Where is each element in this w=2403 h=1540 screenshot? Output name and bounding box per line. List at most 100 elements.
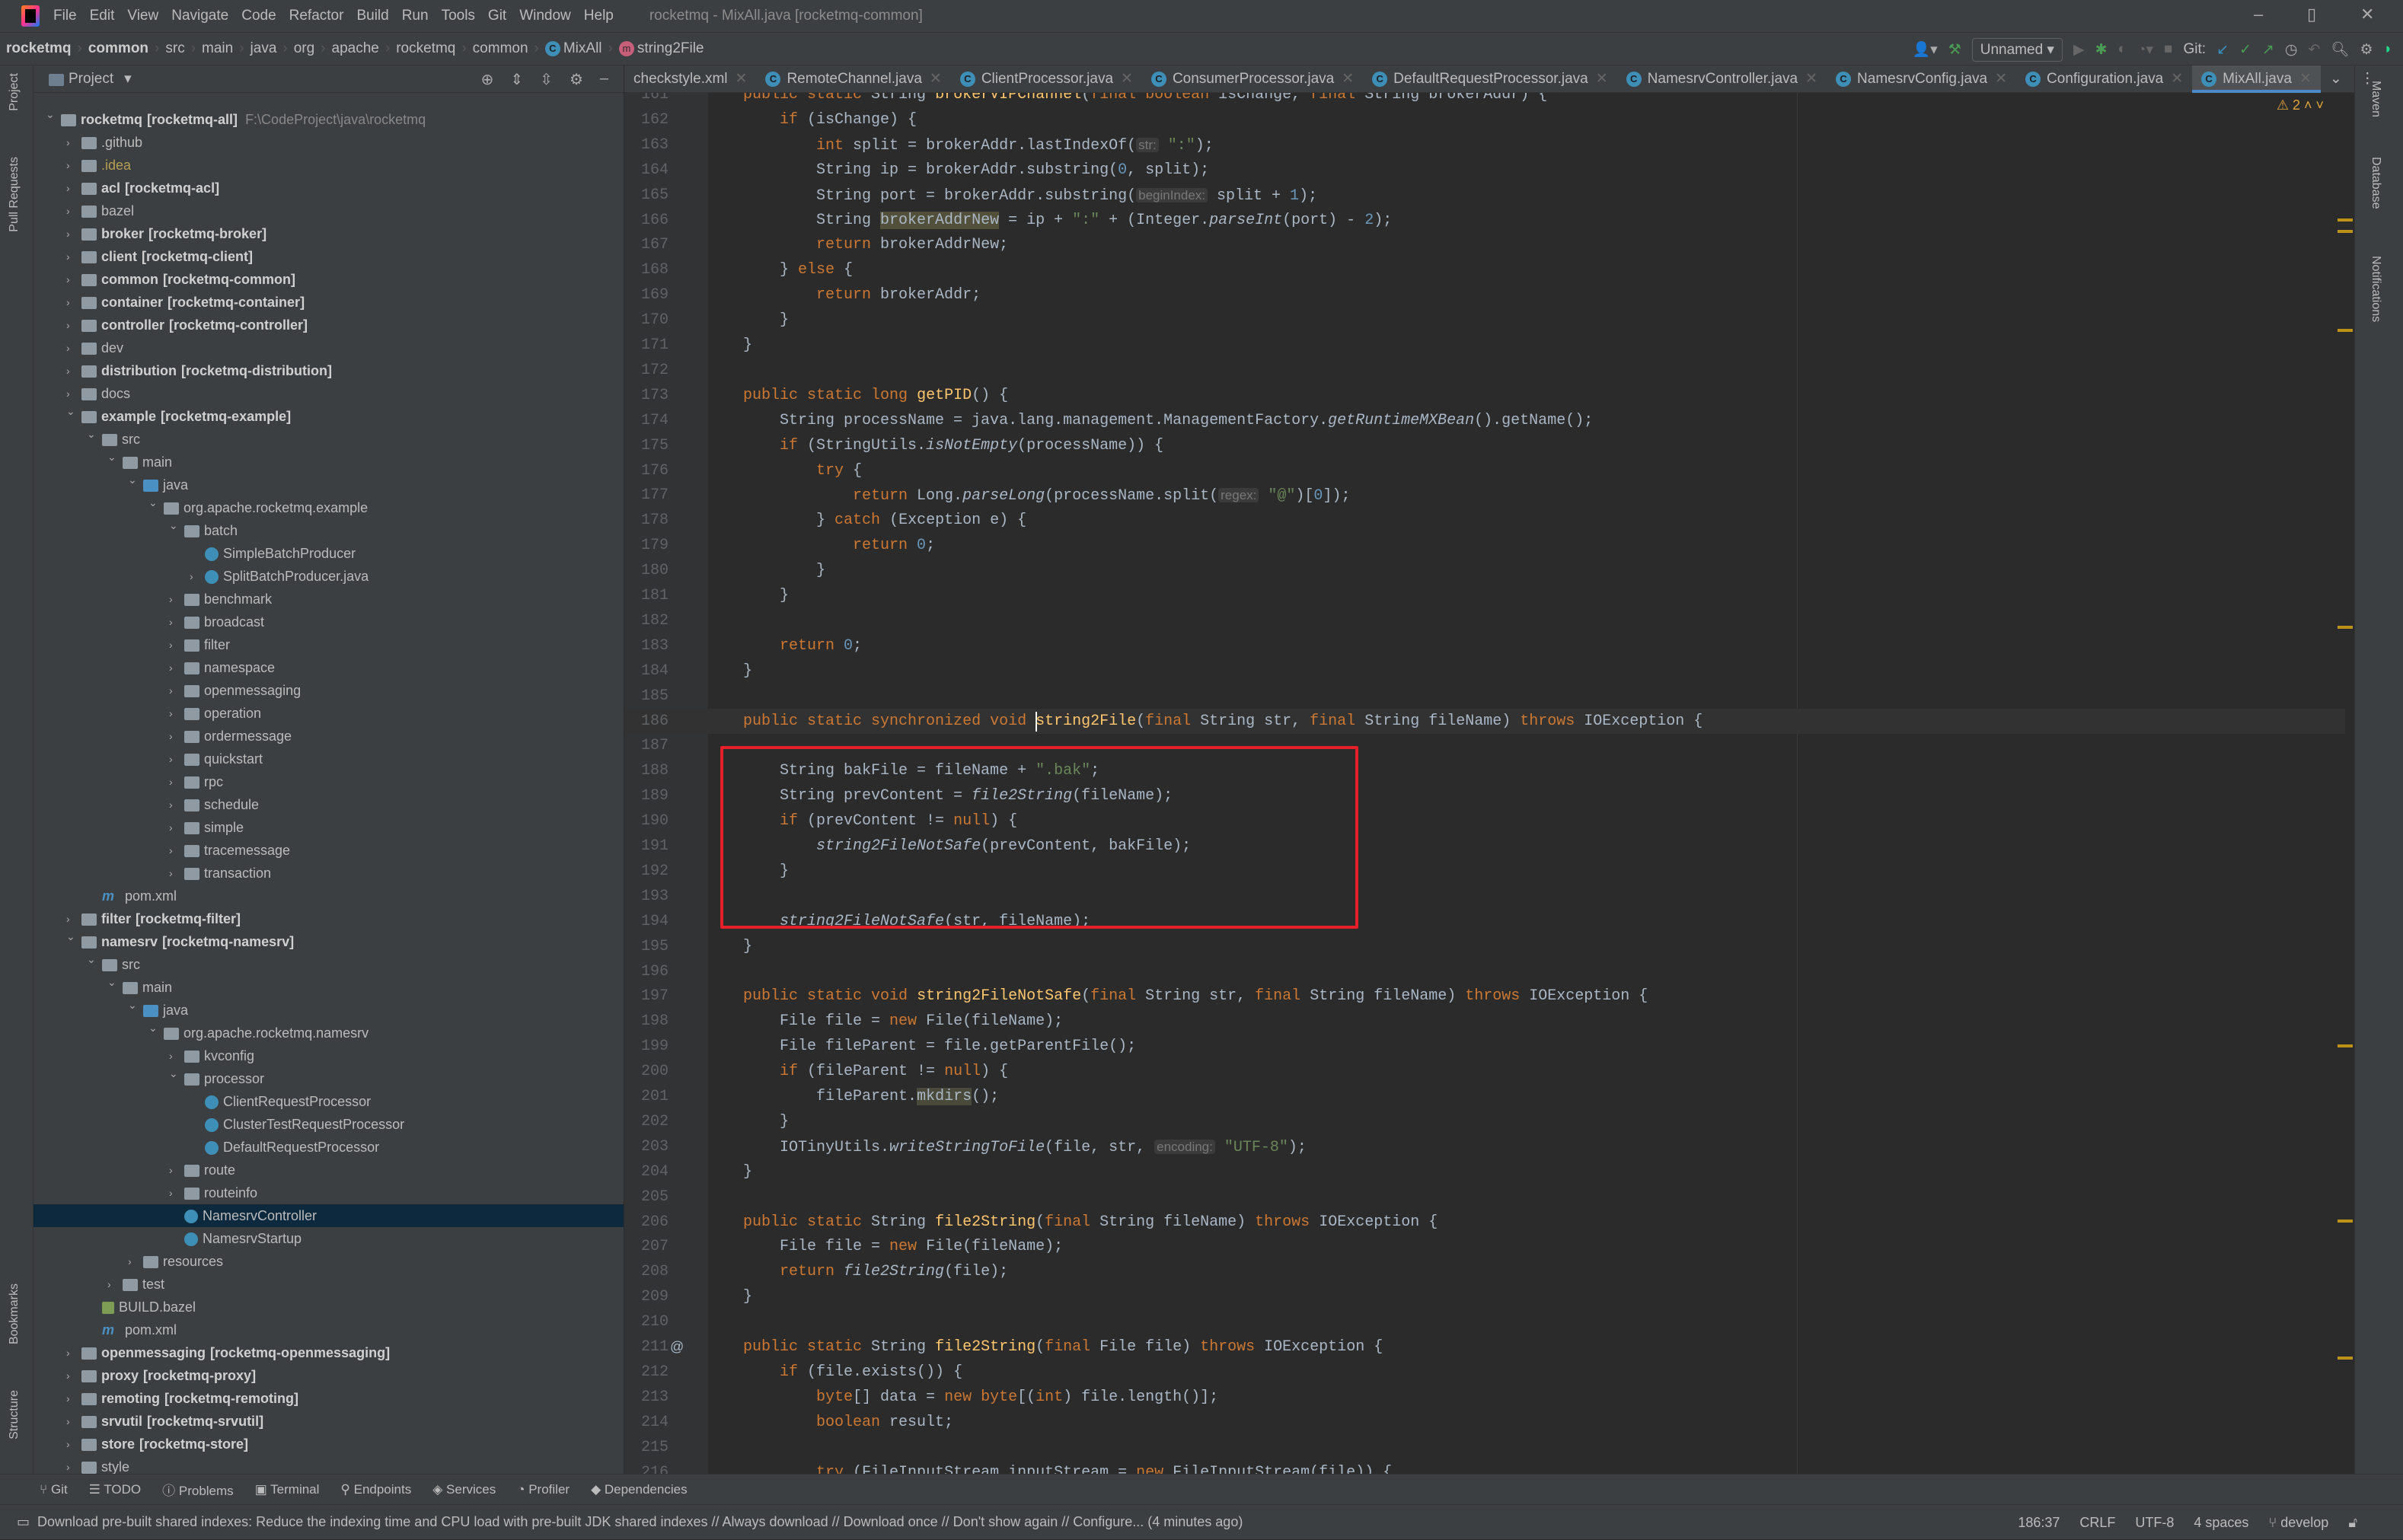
chevron-right-icon[interactable]: › [66,1438,77,1450]
menu-view[interactable]: View [127,8,158,24]
tree-item[interactable]: › simple [34,816,624,839]
chevron-right-icon[interactable]: › [66,913,77,925]
tree-item[interactable]: › benchmark [34,588,624,611]
code-line[interactable]: 185 [624,684,2345,709]
chevron-down-icon[interactable]: ⌄ [66,405,77,418]
code-line[interactable]: 175 if (StringUtils.isNotEmpty(processNa… [624,433,2345,458]
code-line[interactable]: 182 [624,608,2345,633]
code-line[interactable]: 163 int split = brokerAddr.lastIndexOf(s… [624,132,2345,158]
tree-item[interactable]: ⌄ processor [34,1067,624,1090]
tool-bookmarks[interactable]: Bookmarks [8,1283,21,1344]
chevron-right-icon[interactable]: › [66,136,77,148]
chevron-right-icon[interactable]: › [66,228,77,240]
notification-icon[interactable]: ▭ [17,1514,30,1530]
code-line[interactable]: 167 return brokerAddrNew; [624,232,2345,257]
code-line[interactable]: 186 public static synchronized void stri… [624,708,2345,734]
code-line[interactable]: 203 IOTinyUtils.writeStringToFile(file, … [624,1134,2345,1159]
chevron-down-icon[interactable]: ⌄ [46,108,56,121]
chevron-right-icon[interactable]: › [66,342,77,354]
search-icon[interactable]: 🔍︎ [2331,40,2349,59]
menu-git[interactable]: Git [488,8,506,24]
tree-item[interactable]: › filter [rocketmq-filter] [34,907,624,930]
code-line[interactable]: 216 try (FileInputStream inputStream = n… [624,1460,2345,1475]
tree-item[interactable]: ⌄ main [34,976,624,999]
tree-item[interactable]: › acl [rocketmq-acl] [34,177,624,199]
chevron-right-icon[interactable]: › [190,570,200,582]
chevron-right-icon[interactable]: › [66,296,77,308]
close-tab-icon[interactable]: ✕ [2171,70,2183,88]
code-line[interactable]: 204 } [624,1159,2345,1184]
warnings-indicator[interactable]: ⚠ 2 ˄ ˅ [2277,97,2324,113]
menu-run[interactable]: Run [402,8,429,24]
chevron-down-icon[interactable]: ⌄ [148,496,159,509]
code-line[interactable]: 166 String brokerAddrNew = ip + ":" + (I… [624,208,2345,233]
tree-item[interactable]: › SplitBatchProducer.java [34,565,624,588]
chevron-right-icon[interactable]: › [169,799,180,811]
code-line[interactable]: 210 [624,1309,2345,1334]
chevron-right-icon[interactable]: › [128,1255,139,1267]
tool-window-todo[interactable]: ☰ TODO [89,1482,141,1497]
close-tab-icon[interactable]: ✕ [1121,70,1133,88]
close-tab-icon[interactable]: ✕ [736,70,748,88]
tab-consumerprocessor-java[interactable]: C ConsumerProcessor.java ✕ [1142,65,1363,93]
breadcrumb-item[interactable]: main [202,40,233,57]
code-line[interactable]: 207 File file = new File(fileName); [624,1234,2345,1259]
close-tab-icon[interactable]: ✕ [1805,70,1817,88]
chevron-right-icon[interactable]: › [169,684,180,697]
chevron-right-icon[interactable]: › [66,1392,77,1404]
tree-item[interactable]: › quickstart [34,748,624,770]
tool-window-git[interactable]: ⑂ Git [40,1482,68,1497]
breadcrumb-item[interactable]: common [88,40,148,57]
menu-window[interactable]: Window [519,8,571,24]
tree-item[interactable]: ⌄ src [34,953,624,976]
tab-configuration-java[interactable]: C Configuration.java ✕ [2016,65,2192,93]
tool-pull-requests[interactable]: Pull Requests [8,157,21,232]
chevron-right-icon[interactable]: › [66,205,77,217]
tree-item[interactable]: ⌄ org.apache.rocketmq.example [34,496,624,519]
breadcrumb-item[interactable]: rocketmq [6,40,72,57]
tab-mixall-java[interactable]: C MixAll.java ✕ [2192,65,2321,93]
code-line[interactable]: 184 } [624,658,2345,684]
tree-item[interactable]: NamesrvController [34,1204,624,1227]
chevron-right-icon[interactable]: › [66,159,77,171]
run-configuration-select[interactable]: Unnamed ▾ [1971,37,2063,62]
chevron-right-icon[interactable]: › [107,1278,118,1290]
tree-item[interactable]: ClusterTestRequestProcessor [34,1113,624,1136]
error-stripe-mark[interactable] [2338,218,2353,222]
chevron-right-icon[interactable]: › [169,593,180,605]
maximize-button[interactable]: ▯ [2307,5,2316,24]
tree-item[interactable]: m pom.xml [34,1318,624,1341]
override-marker-icon[interactable]: @ [670,1334,684,1360]
menu-file[interactable]: File [53,8,77,24]
code-line[interactable]: 196 [624,959,2345,984]
chevron-right-icon[interactable]: › [169,1164,180,1176]
tab-clientprocessor-java[interactable]: C ClientProcessor.java ✕ [951,65,1142,93]
code-line[interactable]: 161 public static String brokerVIPChanne… [624,93,2345,107]
close-tab-icon[interactable]: ✕ [1342,70,1354,88]
jetbrains-ai-icon[interactable]: ◗ [2384,41,2392,58]
tool-window-endpoints[interactable]: ⚲ Endpoints [340,1482,411,1497]
breadcrumb-item[interactable]: apache [332,40,379,57]
error-stripe-mark[interactable] [2338,626,2353,629]
code-line[interactable]: 162 if (isChange) { [624,107,2345,132]
tree-item[interactable]: › proxy [rocketmq-proxy] [34,1364,624,1387]
error-stripe-mark[interactable] [2338,230,2353,233]
tree-item[interactable]: › openmessaging [rocketmq-openmessaging] [34,1341,624,1364]
tree-item[interactable]: › remoting [rocketmq-remoting] [34,1387,624,1410]
minimize-button[interactable]: – [2254,5,2263,24]
tree-item[interactable]: › schedule [34,793,624,816]
tree-item[interactable]: BUILD.bazel [34,1296,624,1318]
chevron-right-icon[interactable]: › [169,1050,180,1062]
tree-item[interactable]: ClientRequestProcessor [34,1090,624,1113]
tool-window-terminal[interactable]: ▣ Terminal [255,1482,320,1497]
chevron-right-icon[interactable]: › [169,1187,180,1199]
tree-item[interactable]: › operation [34,702,624,725]
code-line[interactable]: 176 try { [624,458,2345,483]
tree-item[interactable]: › kvconfig [34,1044,624,1067]
chevron-right-icon[interactable]: › [66,1415,77,1427]
rollback-icon[interactable]: ↶ [2308,41,2320,59]
tree-item[interactable]: › container [rocketmq-container] [34,291,624,314]
tree-item[interactable]: › dev [34,336,624,359]
code-line[interactable]: 202 } [624,1109,2345,1134]
chevron-right-icon[interactable]: › [169,753,180,765]
